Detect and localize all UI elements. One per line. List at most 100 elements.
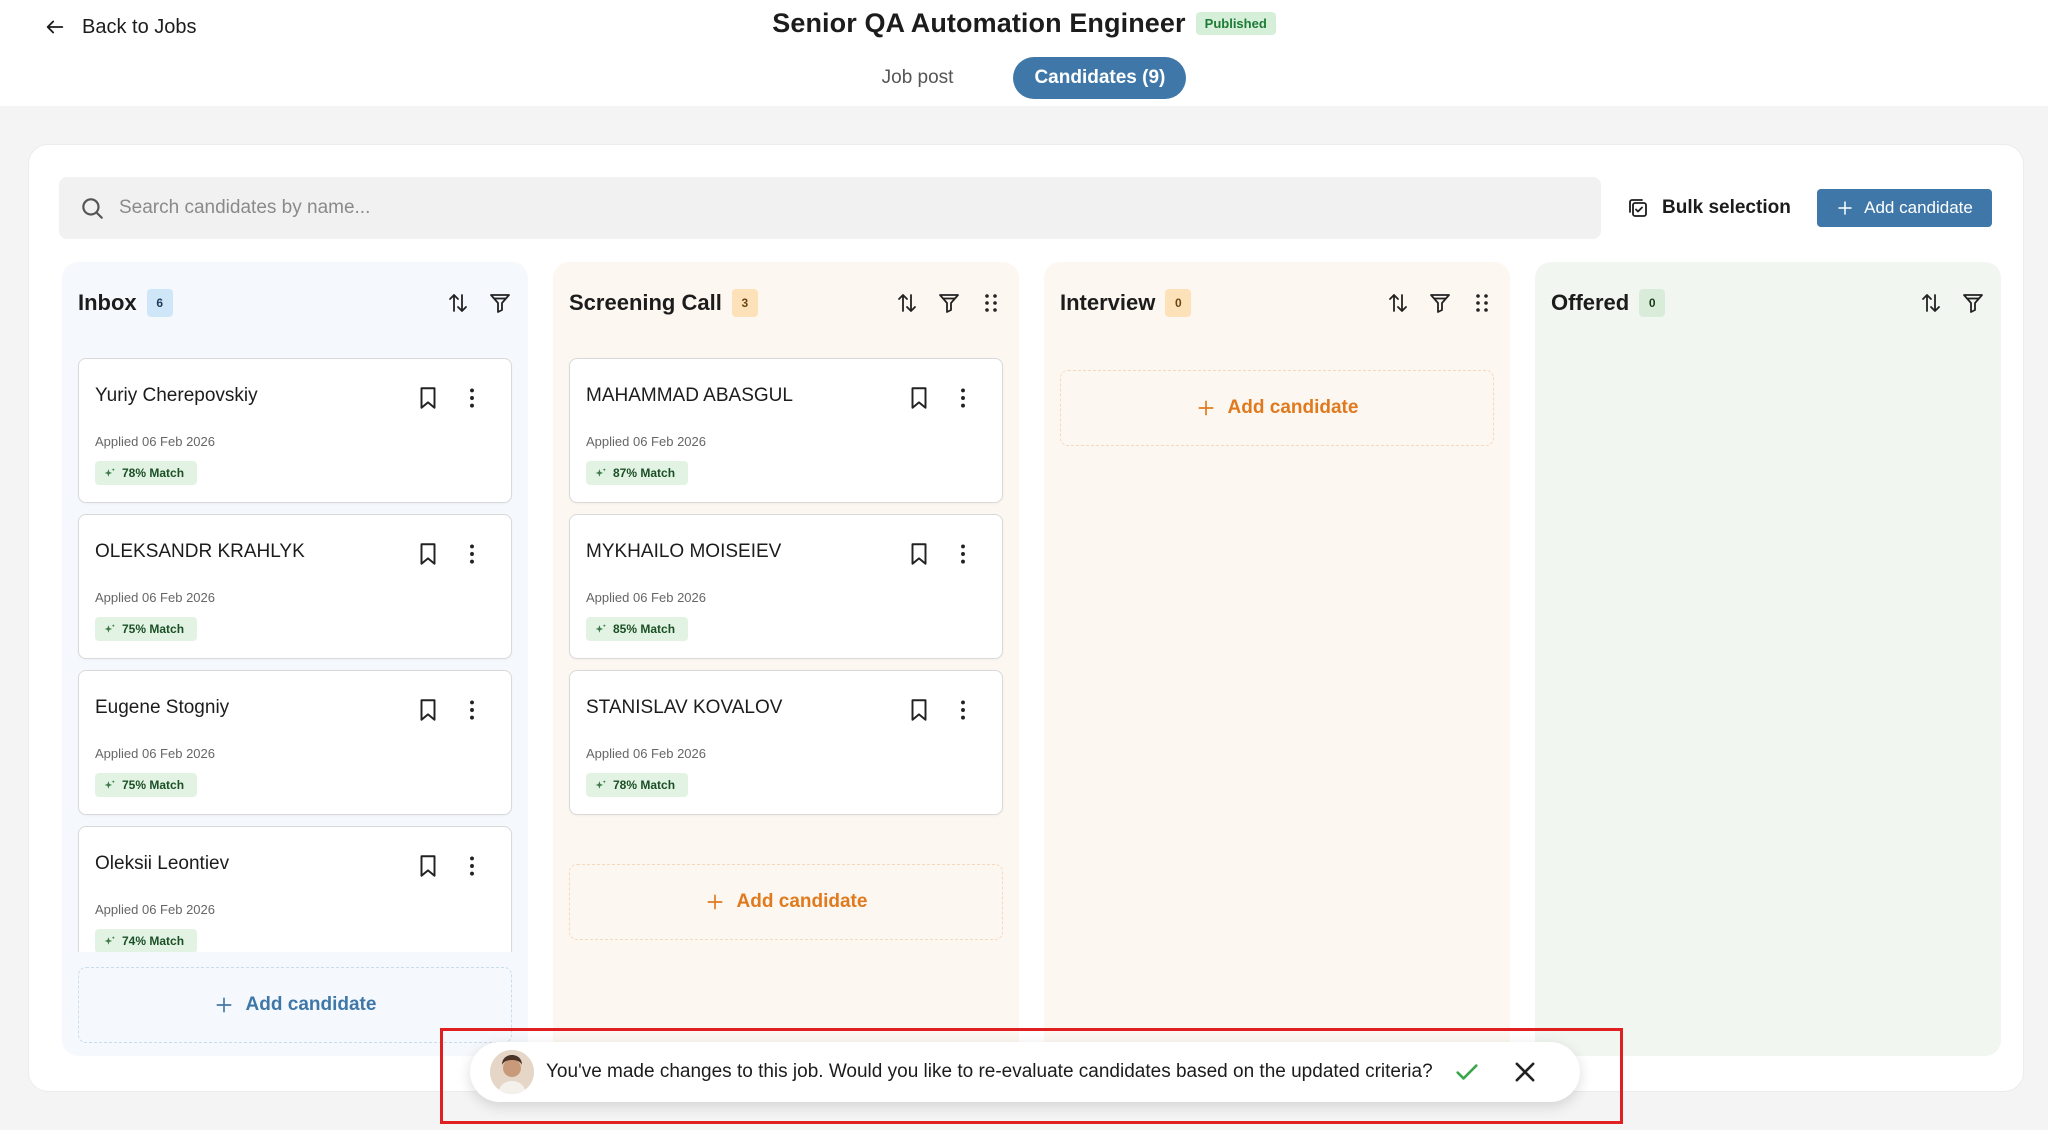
sparkle-icon [595, 467, 606, 477]
column-count-badge: 0 [1639, 289, 1666, 317]
close-icon[interactable] [1511, 1058, 1539, 1086]
applied-date: Applied 06 Feb 2026 [95, 590, 215, 605]
add-candidate-screening-button[interactable]: Add candidate [569, 864, 1003, 940]
add-candidate-label: Add candidate [245, 994, 377, 1015]
add-candidate-label: Add candidate [1227, 397, 1359, 418]
status-badge: Published [1195, 12, 1276, 35]
page-title: Senior QA Automation Engineer [772, 8, 1186, 38]
column-inbox: Inbox 6 Yuriy Cherepovskiy Applied 06 Fe… [62, 262, 528, 1056]
column-count-badge: 6 [146, 289, 173, 317]
bookmark-icon[interactable] [906, 541, 932, 567]
more-vertical-icon[interactable] [950, 697, 976, 723]
bookmark-icon[interactable] [415, 697, 441, 723]
more-vertical-icon[interactable] [950, 541, 976, 567]
match-badge: 78% Match [95, 461, 198, 485]
candidate-name: MAHAMMAD ABASGUL [586, 385, 793, 406]
bulk-selection-label: Bulk selection [1662, 197, 1791, 218]
bulk-select-icon [1629, 199, 1647, 217]
match-label: 75% Match [122, 622, 185, 636]
applied-date: Applied 06 Feb 2026 [95, 902, 215, 917]
sort-icon[interactable] [895, 291, 919, 315]
bookmark-icon[interactable] [415, 541, 441, 567]
sparkle-icon [104, 935, 115, 945]
add-candidate-interview-button[interactable]: Add candidate [1060, 370, 1494, 446]
add-candidate-button[interactable]: Add candidate [1817, 189, 1992, 227]
bookmark-icon[interactable] [906, 697, 932, 723]
filter-icon[interactable] [1961, 291, 1985, 315]
match-label: 87% Match [613, 466, 676, 480]
column-screening-call: Screening Call 3 MAHAMMAD ABASGUL Applie… [553, 262, 1019, 1056]
drag-handle-icon[interactable] [979, 291, 1003, 315]
candidate-name: Yuriy Cherepovskiy [95, 385, 258, 406]
plus-icon [707, 894, 723, 910]
sparkle-icon [104, 467, 115, 477]
check-icon[interactable] [1453, 1058, 1481, 1086]
more-vertical-icon[interactable] [459, 541, 485, 567]
add-candidate-label: Add candidate [736, 891, 868, 912]
match-label: 78% Match [122, 466, 185, 480]
avatar [490, 1050, 534, 1094]
add-candidate-inbox-button[interactable]: Add candidate [78, 967, 512, 1043]
match-badge: 75% Match [95, 617, 198, 641]
search-icon [82, 198, 103, 219]
more-vertical-icon[interactable] [459, 385, 485, 411]
bookmark-icon[interactable] [415, 853, 441, 879]
reevaluate-toast: You've made changes to this job. Would y… [470, 1042, 1580, 1102]
search-bar[interactable] [59, 177, 1601, 239]
applied-date: Applied 06 Feb 2026 [95, 434, 215, 449]
sort-icon[interactable] [446, 291, 470, 315]
candidate-name: MYKHAILO MOISEIEV [586, 541, 782, 562]
candidate-card[interactable]: Eugene Stogniy Applied 06 Feb 2026 75% M… [78, 670, 512, 815]
column-count-badge: 3 [731, 289, 758, 317]
sparkle-icon [104, 623, 115, 633]
candidate-card[interactable]: Oleksii Leontiev Applied 06 Feb 2026 74%… [78, 826, 512, 952]
plus-icon [1838, 201, 1852, 215]
more-vertical-icon[interactable] [459, 853, 485, 879]
add-candidate-label: Add candidate [1864, 198, 1973, 217]
applied-date: Applied 06 Feb 2026 [586, 746, 706, 761]
match-badge: 74% Match [95, 929, 198, 952]
match-badge: 87% Match [586, 461, 689, 485]
sparkle-icon [104, 779, 115, 789]
match-badge: 85% Match [586, 617, 689, 641]
candidate-card[interactable]: OLEKSANDR KRAHLYK Applied 06 Feb 2026 75… [78, 514, 512, 659]
drag-handle-icon[interactable] [1470, 291, 1494, 315]
sort-icon[interactable] [1919, 291, 1943, 315]
sparkle-icon [595, 623, 606, 633]
candidate-name: Eugene Stogniy [95, 697, 230, 718]
bookmark-icon[interactable] [415, 385, 441, 411]
bulk-selection-button[interactable]: Bulk selection [1626, 192, 1791, 224]
column-count-badge: 0 [1165, 289, 1192, 317]
candidate-name: Oleksii Leontiev [95, 853, 230, 874]
match-label: 75% Match [122, 778, 185, 792]
candidate-card[interactable]: MYKHAILO MOISEIEV Applied 06 Feb 2026 85… [569, 514, 1003, 659]
match-label: 78% Match [613, 778, 676, 792]
tab-candidates[interactable]: Candidates (9) [1013, 57, 1187, 99]
candidate-card[interactable]: MAHAMMAD ABASGUL Applied 06 Feb 2026 87%… [569, 358, 1003, 503]
sparkle-icon [595, 779, 606, 789]
tabs: Job post Candidates (9) [0, 57, 2048, 99]
column-interview: Interview 0 Add candidate [1044, 262, 1510, 1056]
assistant-avatar-icon [490, 1050, 534, 1094]
filter-icon[interactable] [937, 291, 961, 315]
applied-date: Applied 06 Feb 2026 [586, 434, 706, 449]
bookmark-icon[interactable] [906, 385, 932, 411]
sort-icon[interactable] [1386, 291, 1410, 315]
search-input[interactable] [119, 197, 1519, 219]
plus-icon [1198, 400, 1214, 416]
more-vertical-icon[interactable] [459, 697, 485, 723]
more-vertical-icon[interactable] [950, 385, 976, 411]
candidate-card[interactable]: Yuriy Cherepovskiy Applied 06 Feb 2026 7… [78, 358, 512, 503]
match-label: 85% Match [613, 622, 676, 636]
applied-date: Applied 06 Feb 2026 [95, 746, 215, 761]
plus-icon [216, 997, 232, 1013]
column-title: Screening Call [569, 290, 722, 315]
match-label: 74% Match [122, 934, 185, 948]
column-offered: Offered 0 [1535, 262, 2001, 1056]
tab-job-post[interactable]: Job post [862, 57, 974, 99]
candidate-name: OLEKSANDR KRAHLYK [95, 541, 305, 562]
filter-icon[interactable] [488, 291, 512, 315]
match-badge: 75% Match [95, 773, 198, 797]
candidate-card[interactable]: STANISLAV KOVALOV Applied 06 Feb 2026 78… [569, 670, 1003, 815]
filter-icon[interactable] [1428, 291, 1452, 315]
